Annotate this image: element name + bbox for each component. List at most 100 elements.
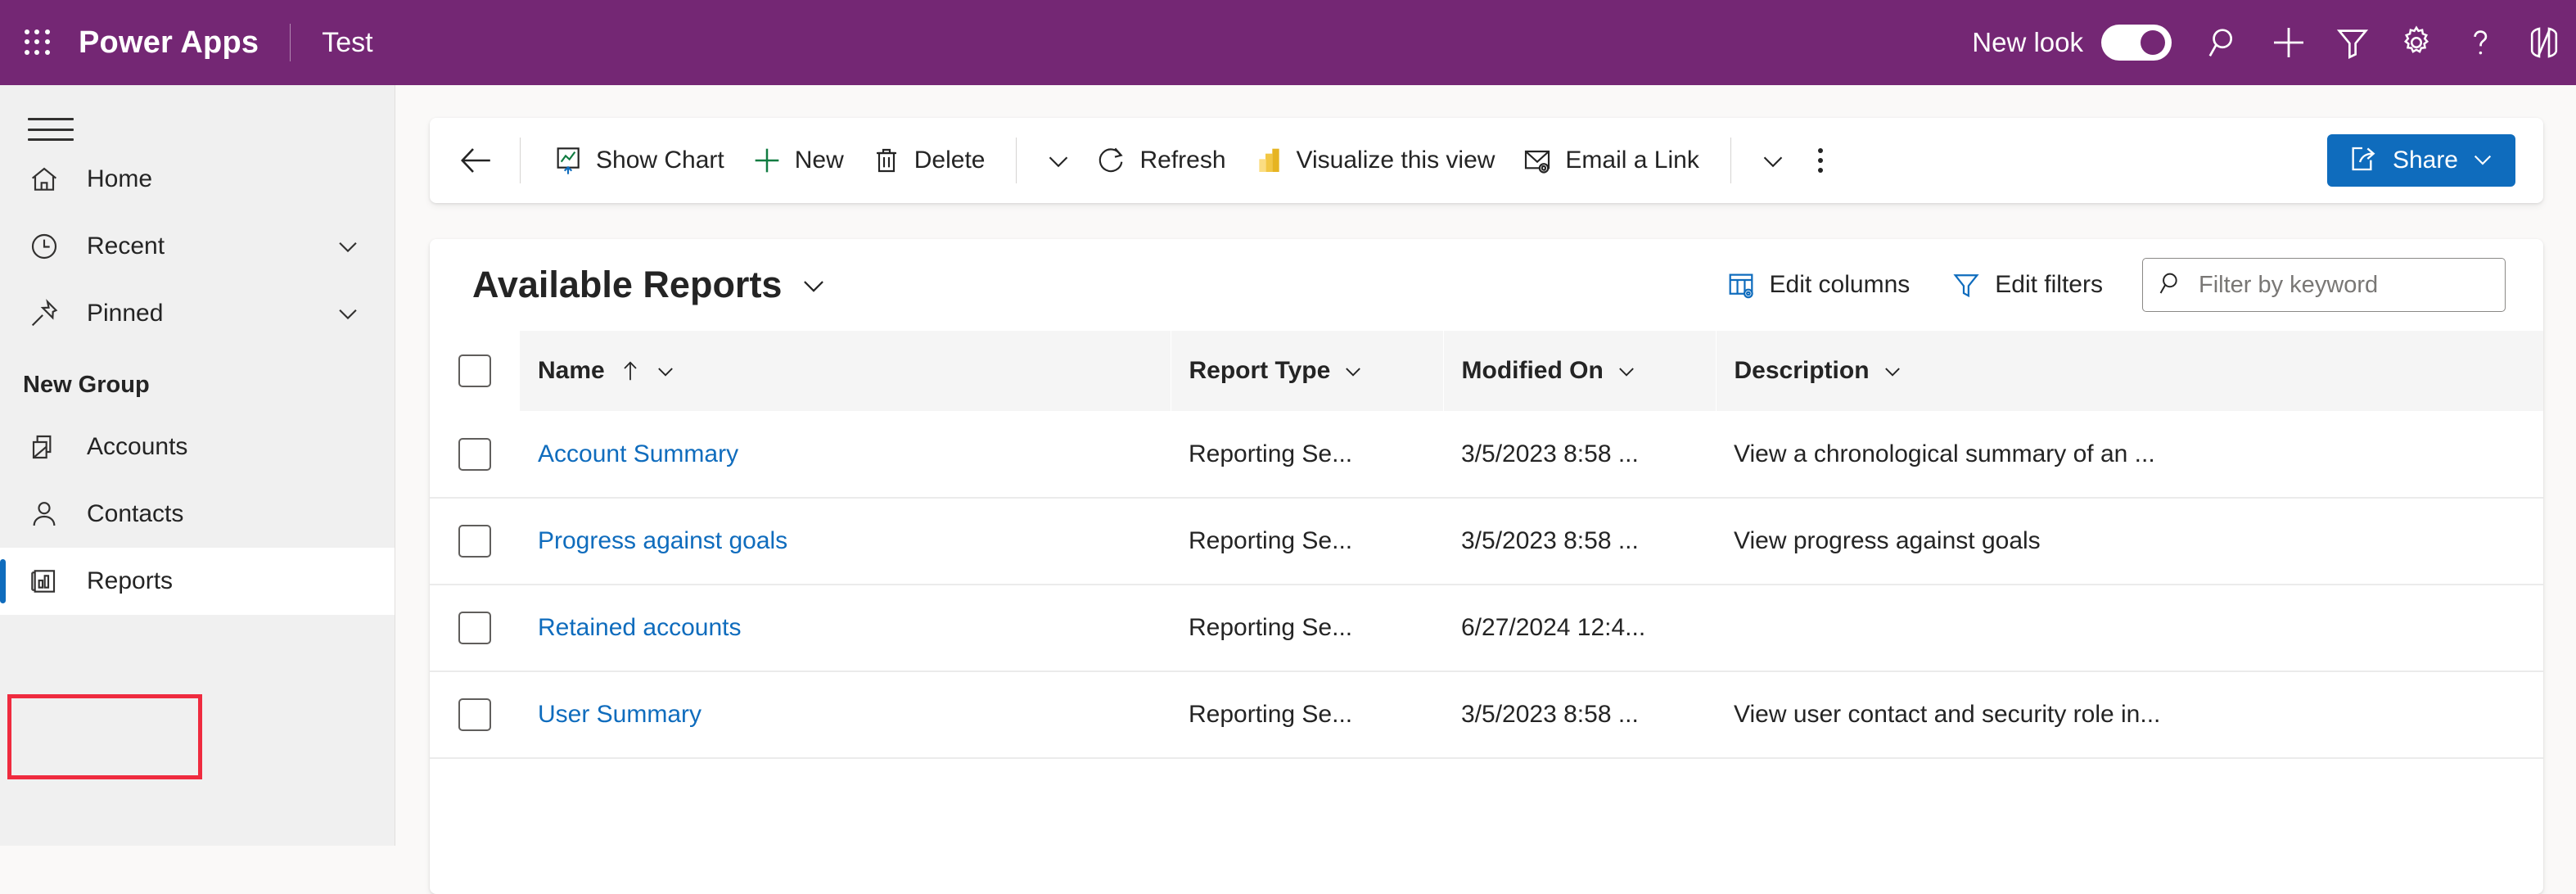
view-selector-chevron-down-icon[interactable]	[798, 269, 829, 300]
sidebar: Home Recent Pinned New Group	[0, 85, 395, 846]
page-title: Available Reports	[472, 264, 782, 306]
sidebar-item-home[interactable]: Home	[0, 146, 395, 213]
table-row[interactable]: User Summary Reporting Se... 3/5/2023 8:…	[430, 671, 2543, 758]
chevron-down-icon[interactable]	[1615, 359, 1638, 382]
chevron-down-icon[interactable]	[334, 233, 362, 260]
app-launcher-icon[interactable]	[16, 21, 59, 64]
row-checkbox[interactable]	[458, 698, 491, 731]
environment-name[interactable]: Test	[322, 27, 372, 59]
more-commands-icon[interactable]	[1797, 135, 1844, 186]
cell-modified-on: 3/5/2023 8:58 ...	[1443, 671, 1716, 758]
filter-icon[interactable]	[2321, 0, 2384, 85]
help-icon[interactable]	[2448, 0, 2512, 85]
chevron-down-icon[interactable]	[654, 359, 677, 382]
new-button[interactable]: New	[738, 133, 857, 188]
table-row[interactable]: Account Summary Reporting Se... 3/5/2023…	[430, 411, 2543, 498]
refresh-label: Refresh	[1139, 147, 1225, 174]
chevron-down-icon[interactable]	[334, 300, 362, 327]
column-header-description[interactable]: Description	[1716, 331, 2543, 411]
column-header-label: Description	[1735, 357, 1870, 385]
new-label: New	[795, 147, 844, 174]
command-bar: Show Chart New Delete	[430, 118, 2543, 203]
report-link[interactable]: User Summary	[538, 701, 702, 728]
plus-icon	[751, 144, 783, 177]
header-divider	[290, 24, 291, 61]
sidebar-item-accounts[interactable]: Accounts	[0, 413, 395, 481]
powerbi-icon	[1252, 144, 1285, 177]
report-link[interactable]: Retained accounts	[538, 614, 742, 641]
chevron-down-icon[interactable]	[2470, 146, 2496, 176]
pin-icon	[23, 297, 65, 330]
edit-filters-label: Edit filters	[1995, 271, 2103, 299]
sidebar-item-label: Accounts	[87, 433, 187, 461]
show-chart-icon	[552, 144, 584, 177]
cell-description	[1716, 585, 2543, 671]
share-label: Share	[2393, 147, 2458, 174]
hamburger-icon[interactable]	[28, 113, 74, 146]
sidebar-item-recent[interactable]: Recent	[0, 213, 395, 280]
view-header: Available Reports	[430, 239, 2543, 331]
row-checkbox[interactable]	[458, 612, 491, 644]
cell-description: View progress against goals	[1716, 498, 2543, 585]
select-all-checkbox[interactable]	[458, 354, 491, 387]
arrow-up-icon	[618, 359, 643, 383]
sidebar-item-pinned[interactable]: Pinned	[0, 280, 395, 347]
overflow-chevron-down-icon[interactable]	[1035, 135, 1082, 186]
sidebar-item-label: Home	[87, 165, 152, 193]
filter-icon	[1951, 269, 1982, 300]
plus-icon[interactable]	[2257, 0, 2321, 85]
chevron-down-icon[interactable]	[1881, 359, 1904, 382]
brand-title[interactable]: Power Apps	[79, 25, 259, 61]
delete-button[interactable]: Delete	[857, 133, 999, 188]
table-row[interactable]: Progress against goals Reporting Se... 3…	[430, 498, 2543, 585]
clock-icon	[23, 230, 65, 263]
search-icon	[2158, 269, 2186, 301]
cell-report-type: Reporting Se...	[1171, 585, 1443, 671]
new-look-label: New look	[1972, 27, 2083, 58]
reports-table: Name	[430, 331, 2543, 759]
edit-columns-button[interactable]: Edit columns	[1712, 260, 1924, 310]
search-input[interactable]: Filter by keyword	[2142, 258, 2506, 312]
search-icon[interactable]	[2193, 0, 2257, 85]
table-row[interactable]: Retained accounts Reporting Se... 6/27/2…	[430, 585, 2543, 671]
column-header-modified-on[interactable]: Modified On	[1443, 331, 1716, 411]
row-checkbox[interactable]	[458, 525, 491, 558]
email-link-icon	[1521, 144, 1554, 177]
chevron-down-icon[interactable]	[1342, 359, 1365, 382]
search-placeholder: Filter by keyword	[2199, 272, 2378, 299]
sidebar-item-label: Contacts	[87, 500, 183, 528]
gear-icon[interactable]	[2384, 0, 2448, 85]
share-button[interactable]: Share	[2327, 134, 2515, 187]
row-select-cell	[430, 585, 520, 671]
header-actions: New look	[1972, 0, 2576, 85]
cell-modified-on: 6/27/2024 12:4...	[1443, 585, 1716, 671]
refresh-button[interactable]: Refresh	[1082, 133, 1238, 188]
cell-name: Retained accounts	[520, 585, 1171, 671]
edit-columns-label: Edit columns	[1770, 271, 1911, 299]
column-header-report-type[interactable]: Report Type	[1171, 331, 1443, 411]
report-link[interactable]: Account Summary	[538, 440, 738, 467]
command-divider	[520, 138, 521, 183]
row-checkbox[interactable]	[458, 438, 491, 471]
column-header-label: Name	[538, 357, 605, 385]
contact-icon	[23, 498, 65, 531]
sidebar-item-reports[interactable]: Reports	[0, 548, 395, 615]
report-link[interactable]: Progress against goals	[538, 527, 787, 554]
trash-icon	[870, 144, 903, 177]
visualize-this-view-button[interactable]: Visualize this view	[1239, 133, 1509, 188]
back-arrow-icon[interactable]	[451, 135, 502, 186]
visualize-label: Visualize this view	[1297, 147, 1496, 174]
show-chart-label: Show Chart	[596, 147, 724, 174]
app-logo-icon[interactable]	[2512, 0, 2576, 85]
overflow2-chevron-down-icon[interactable]	[1749, 135, 1797, 186]
sidebar-item-label: Pinned	[87, 300, 163, 327]
show-chart-button[interactable]: Show Chart	[539, 133, 738, 188]
column-header-name[interactable]: Name	[520, 331, 1171, 411]
cell-report-type: Reporting Se...	[1171, 498, 1443, 585]
edit-filters-button[interactable]: Edit filters	[1938, 260, 2116, 310]
new-look-toggle[interactable]	[2101, 25, 2172, 61]
select-all-header	[430, 331, 520, 411]
email-a-link-button[interactable]: Email a Link	[1508, 133, 1712, 188]
sidebar-item-contacts[interactable]: Contacts	[0, 481, 395, 548]
row-select-cell	[430, 671, 520, 758]
